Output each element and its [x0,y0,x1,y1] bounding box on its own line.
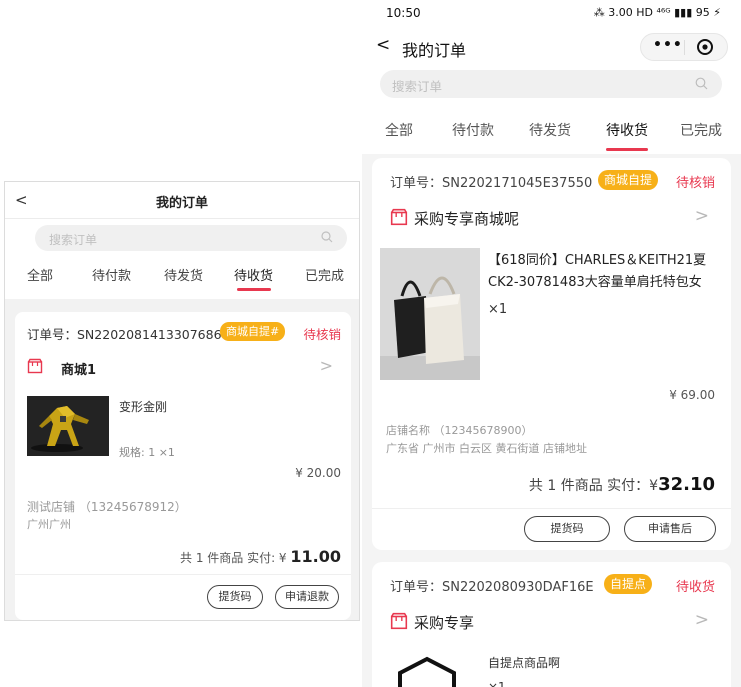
request-refund-button[interactable]: 申请退款 [275,585,339,609]
chevron-right-icon[interactable]: > [695,610,709,630]
order-total: 共 1 件商品 实付: ¥ 11.00 [180,547,341,566]
search-placeholder: 搜索订单 [49,233,98,247]
order-status: 待收货 [675,580,715,595]
shop-icon [390,208,408,226]
nav-bar: < 我的订单 ••• [362,26,741,68]
product-spec: 规格: 1 ×1 [119,446,175,459]
tab-pending-payment[interactable]: 待付款 [452,120,494,140]
search-placeholder: 搜索订单 [392,79,443,94]
search-icon[interactable] [695,77,708,90]
package-icon [398,656,456,687]
total-prefix: 共 1 件商品 实付：¥ [528,478,659,494]
product-price: ¥ 20.00 [295,466,341,480]
chevron-right-icon[interactable]: > [695,206,709,226]
order-card[interactable]: 订单号：SN2202080930DAF16E 自提点 待收货 采购专享 > 自提… [372,562,731,687]
total-amount: 32.10 [658,474,715,495]
order-status: 待核销 [675,176,715,191]
order-number: 订单号：SN2202171045E37550 [390,176,593,191]
status-bar: 10:50 ⁂ 3.00 HD ⁴⁶ᴳ ▮▮▮ 95 ⚡ [362,0,741,26]
back-icon[interactable]: < [376,35,390,55]
tab-pending-receipt[interactable]: 待收货 [234,265,273,284]
page-title: 我的订单 [402,41,467,60]
divider [372,508,731,509]
product-name[interactable]: 自提点商品啊 [488,654,560,671]
mini-program-capsule: ••• [640,33,728,61]
nav-bar: < 我的订单 [5,182,359,219]
pickup-badge: 商城自提 [598,170,659,190]
divider [15,574,351,575]
product-name[interactable]: 变形金刚 [119,398,167,415]
order-tabs: 全部 待付款 待发货 待收货 已完成 [5,255,359,299]
capsule-divider [684,40,685,55]
product-image[interactable] [380,248,480,380]
search-input[interactable]: 搜索订单 [35,225,347,251]
after-sales-button[interactable]: 申请售后 [624,516,716,542]
chevron-right-icon[interactable]: > [320,356,333,375]
order-card[interactable]: 订单号：SN2202171045E37550 商城自提 待核销 采购专享商城呢 … [372,158,731,550]
shop-name[interactable]: 商城1 [61,359,96,378]
tab-all[interactable]: 全部 [27,265,53,284]
status-icons: ⁂ 3.00 HD ⁴⁶ᴳ ▮▮▮ 95 ⚡ [593,6,721,19]
left-phone-screen: < 我的订单 搜索订单 全部 待付款 待发货 待收货 已完成 订单号：SN220… [4,181,360,621]
store-city: 广州广州 [27,518,71,531]
order-card[interactable]: 订单号：SN2202081413307686 商城自提# 待核销 商城1 > 变… [15,312,351,620]
active-tab-indicator [606,148,648,151]
search-input[interactable]: 搜索订单 [380,70,722,98]
shop-icon [27,358,43,374]
tab-completed[interactable]: 已完成 [680,120,722,140]
active-tab-indicator [237,288,271,291]
pickup-badge: 商城自提# [220,322,286,341]
pickup-code-button[interactable]: 提货码 [207,585,263,609]
order-tabs: 全部 待付款 待发货 待收货 已完成 [362,102,741,154]
right-phone-screen: 10:50 ⁂ 3.00 HD ⁴⁶ᴳ ▮▮▮ 95 ⚡ < 我的订单 ••• … [362,0,741,687]
search-bar-container: 搜索订单 [5,219,359,255]
page-title: 我的订单 [155,196,208,211]
product-image[interactable] [27,396,109,456]
pickup-badge: 自提点 [604,574,653,594]
search-icon[interactable] [321,231,333,243]
order-number: 订单号：SN2202080930DAF16E [390,580,594,595]
shop-name[interactable]: 采购专享 [414,612,474,633]
order-status: 待核销 [303,327,341,342]
order-number: 订单号：SN2202081413307686 [27,327,222,342]
store-info: 店铺名称 （12345678900） [386,424,533,437]
tab-completed[interactable]: 已完成 [305,265,344,284]
product-name[interactable]: 【618同价】CHARLES＆KEITH21夏CK2-30781483大容量单肩… [488,250,718,294]
tab-pending-payment[interactable]: 待付款 [92,265,131,284]
product-quantity: ×1 [488,680,506,687]
store-address: 广东省 广州市 白云区 黄石街道 店铺地址 [386,442,587,455]
close-target-icon[interactable] [696,38,714,56]
total-amount: 11.00 [290,547,341,566]
pickup-code-button[interactable]: 提货码 [524,516,610,542]
order-total: 共 1 件商品 实付：¥32.10 [529,474,715,495]
product-quantity: ×1 [488,302,508,317]
shop-icon [390,612,408,630]
tab-all[interactable]: 全部 [385,120,413,140]
total-prefix: 共 1 件商品 实付: ¥ [180,551,291,565]
search-bar-container: 搜索订单 [362,68,741,102]
tab-pending-receipt[interactable]: 待收货 [606,120,648,140]
shop-name[interactable]: 采购专享商城呢 [414,208,519,229]
store-info: 测试店铺 （13245678912） [27,500,187,514]
product-price: ¥ 69.00 [669,388,715,402]
tab-pending-shipment[interactable]: 待发货 [529,120,571,140]
tab-pending-shipment[interactable]: 待发货 [164,265,203,284]
more-dots-icon[interactable]: ••• [653,37,683,53]
status-time: 10:50 [386,6,421,20]
